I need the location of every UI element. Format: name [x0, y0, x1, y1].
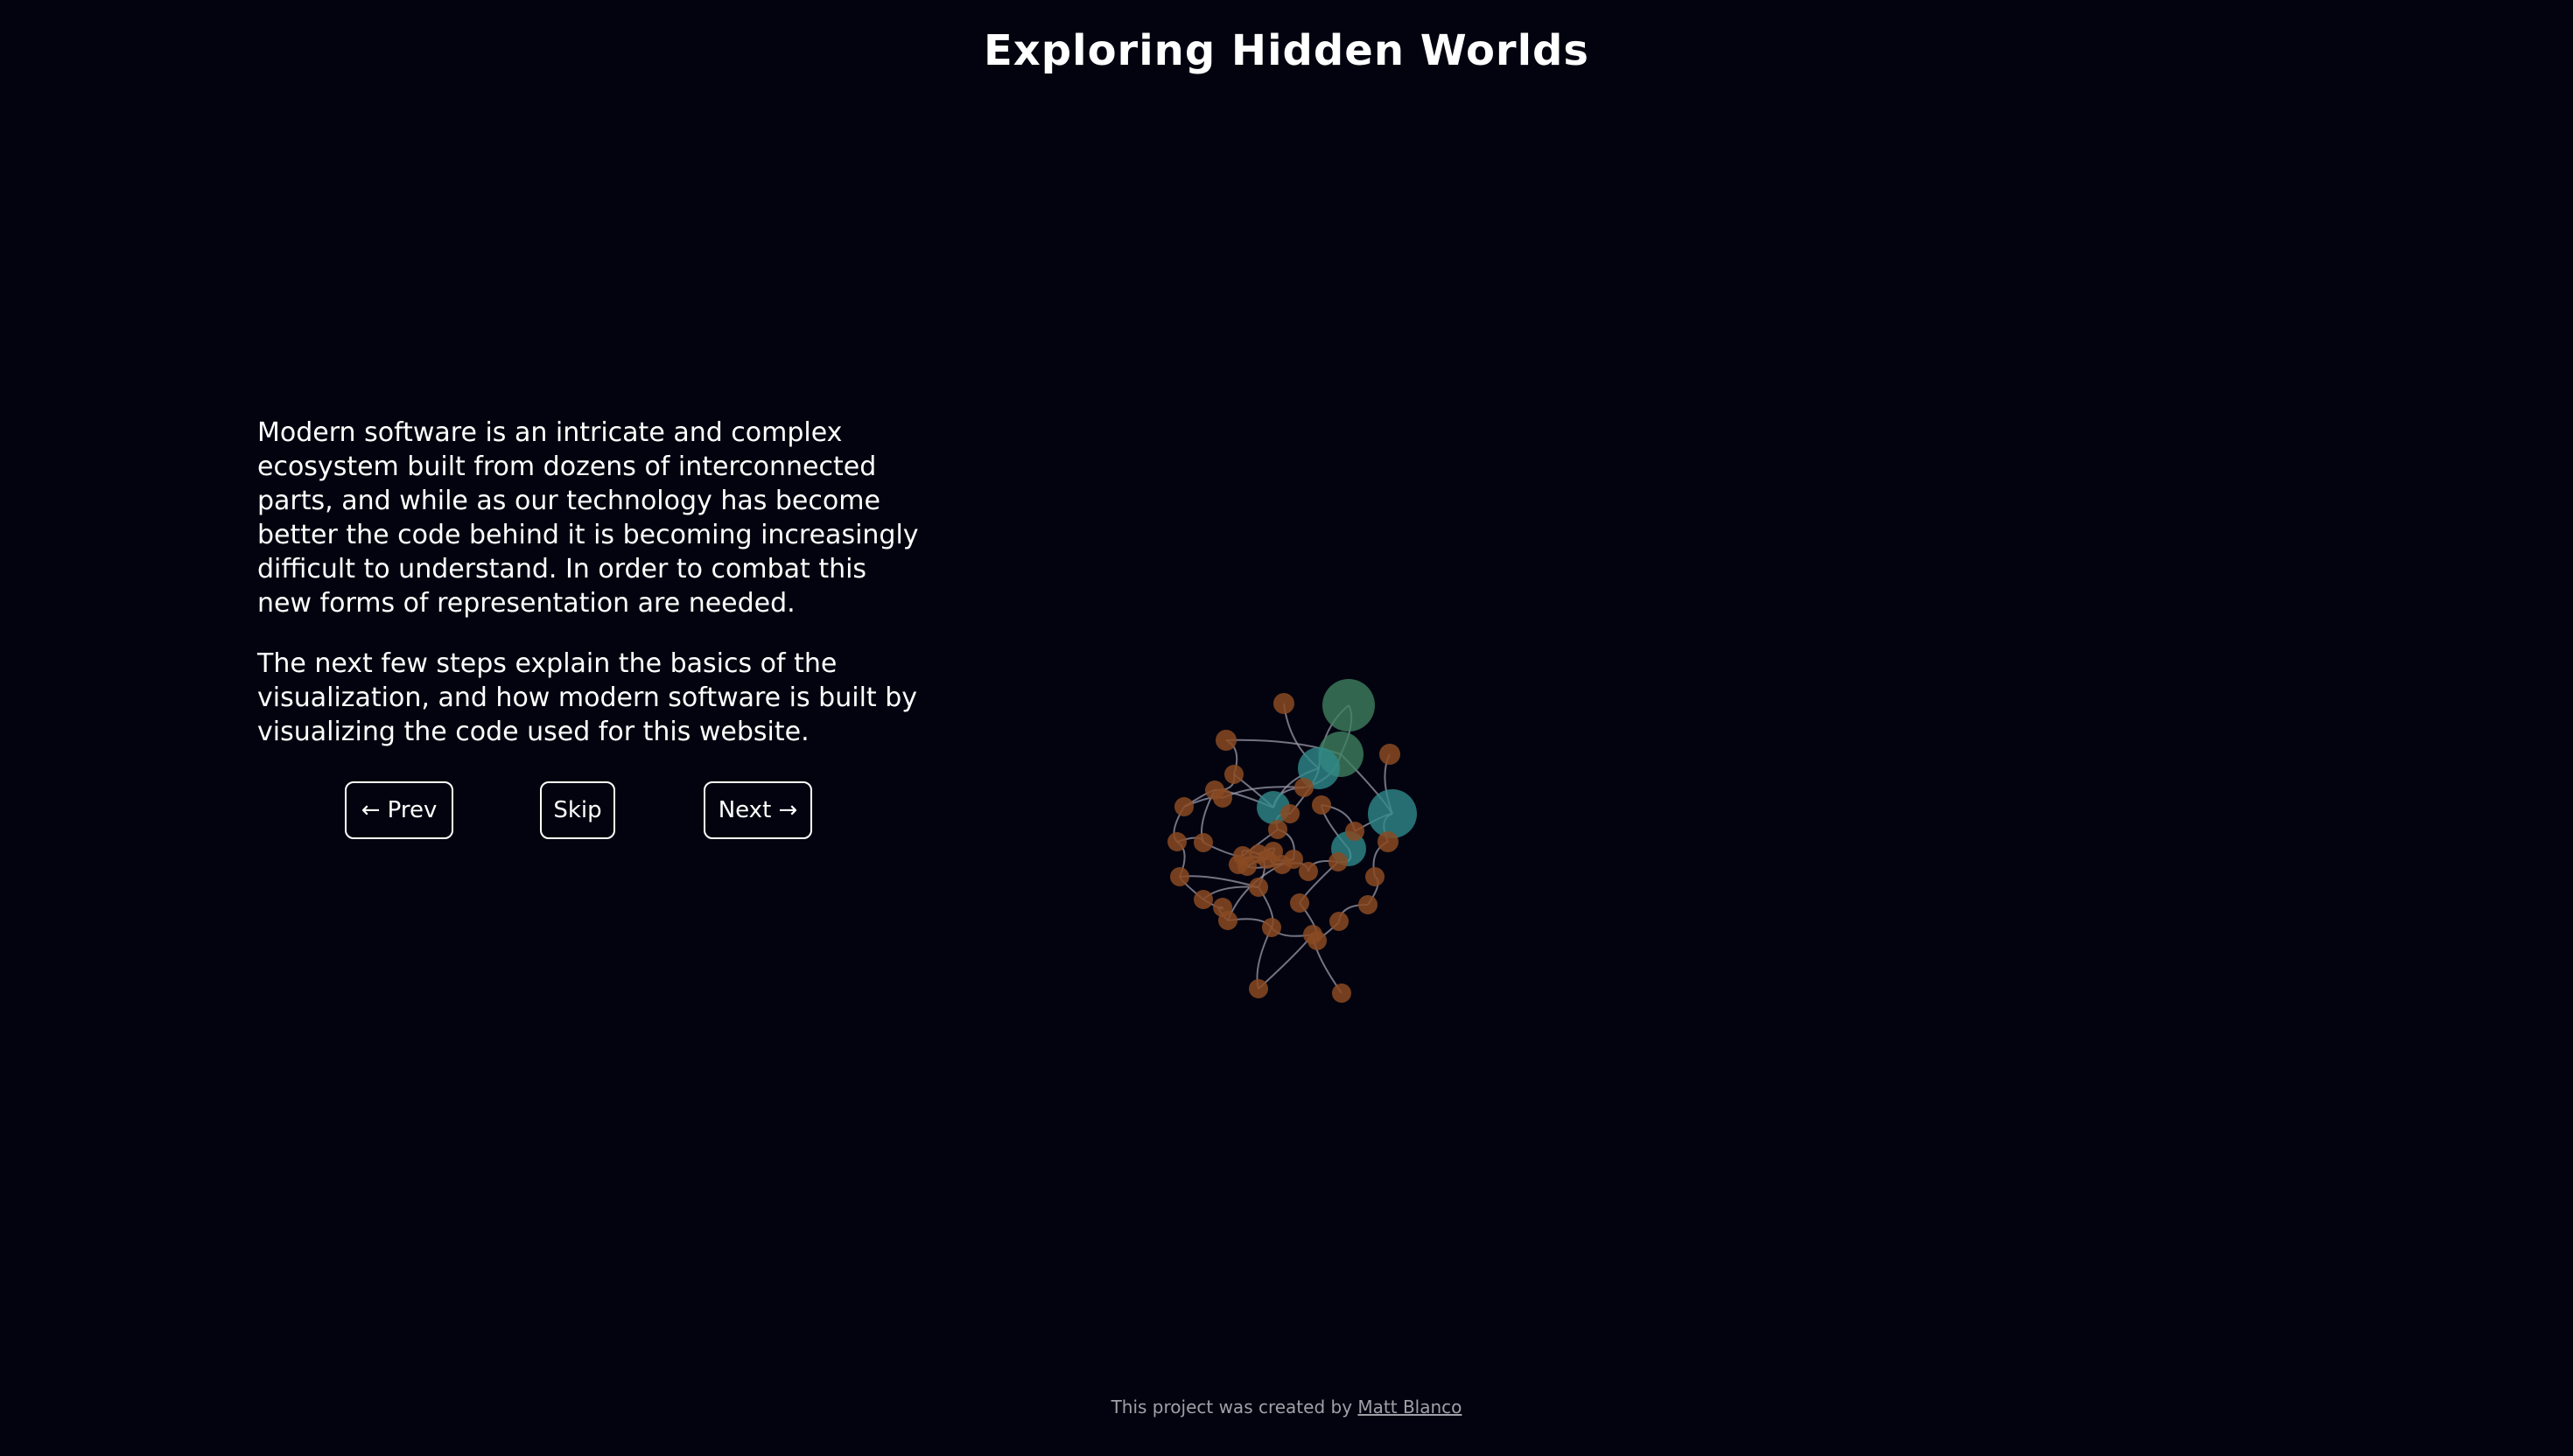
graph-node[interactable]	[1329, 852, 1348, 872]
graph-node[interactable]	[1378, 831, 1399, 852]
page: Exploring Hidden Worlds Modern software …	[0, 0, 2573, 1456]
graph-node[interactable]	[1358, 895, 1378, 914]
footer: This project was created by Matt Blanco	[0, 1396, 2573, 1418]
graph-node[interactable]	[1322, 679, 1375, 732]
graph-node[interactable]	[1174, 797, 1194, 816]
graph-node[interactable]	[1308, 931, 1327, 950]
graph-node[interactable]	[1213, 788, 1232, 808]
intro-text: Modern software is an intricate and comp…	[257, 416, 922, 775]
step-controls: ← Prev Skip Next →	[257, 781, 905, 843]
graph-node[interactable]	[1268, 820, 1287, 839]
graph-node[interactable]	[1345, 822, 1364, 841]
next-button[interactable]: Next →	[704, 781, 812, 839]
graph-node[interactable]	[1312, 795, 1331, 815]
graph-node[interactable]	[1249, 979, 1268, 998]
graph-node[interactable]	[1365, 867, 1385, 886]
graph-node[interactable]	[1194, 833, 1213, 852]
graph-node[interactable]	[1218, 911, 1237, 930]
graph-node[interactable]	[1294, 778, 1314, 797]
graph-node[interactable]	[1249, 878, 1268, 897]
graph-node[interactable]	[1379, 744, 1400, 765]
graph-node[interactable]	[1224, 765, 1244, 784]
graph-node[interactable]	[1258, 850, 1277, 869]
author-link[interactable]: Matt Blanco	[1357, 1396, 1462, 1418]
graph-node[interactable]	[1280, 804, 1300, 823]
graph-node[interactable]	[1329, 912, 1349, 931]
intro-paragraph-1: Modern software is an intricate and comp…	[257, 417, 919, 619]
graph-node[interactable]	[1167, 832, 1187, 851]
graph-node[interactable]	[1194, 890, 1213, 909]
graph-node[interactable]	[1290, 893, 1309, 913]
graph-link	[1179, 875, 1259, 888]
graph-node[interactable]	[1332, 984, 1351, 1003]
graph-link	[1258, 934, 1314, 990]
graph-node[interactable]	[1262, 918, 1281, 937]
page-title: Exploring Hidden Worlds	[984, 26, 1589, 75]
prev-button[interactable]: ← Prev	[345, 781, 453, 839]
graph-node[interactable]	[1284, 850, 1303, 869]
graph-node[interactable]	[1368, 789, 1417, 838]
skip-button[interactable]: Skip	[540, 781, 615, 839]
footer-credit: This project was created by	[1111, 1396, 1358, 1418]
dependency-graph[interactable]	[1138, 665, 1435, 1015]
graph-node[interactable]	[1299, 862, 1318, 881]
graph-node[interactable]	[1216, 730, 1237, 751]
graph-node[interactable]	[1237, 857, 1257, 876]
graph-node[interactable]	[1170, 867, 1189, 886]
intro-paragraph-2: The next few steps explain the basics of…	[257, 648, 917, 747]
graph-node[interactable]	[1273, 693, 1294, 714]
